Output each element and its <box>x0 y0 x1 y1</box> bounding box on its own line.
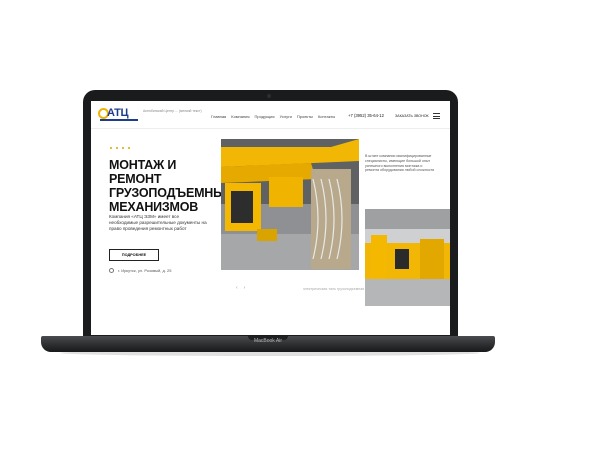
more-button[interactable]: ПОДРОБНЕЕ <box>109 249 159 261</box>
main-nav: Главная Компания Продукция Услуги Проект… <box>211 114 335 119</box>
slider-dots[interactable] <box>110 147 130 149</box>
nav-item-services[interactable]: Услуги <box>280 114 292 119</box>
slider-arrows: ‹ › <box>236 285 245 291</box>
order-call-link[interactable]: ЗАКАЗАТЬ ЗВОНОК <box>395 114 429 118</box>
nav-item-products[interactable]: Продукция <box>255 114 275 119</box>
address-text: г. Иркутск, ул. Розовый, д. 25 <box>118 268 172 273</box>
location-pin-icon <box>109 268 114 274</box>
nav-item-home[interactable]: Главная <box>211 114 226 119</box>
next-arrow-icon[interactable]: › <box>244 285 246 291</box>
address: г. Иркутск, ул. Розовый, д. 25 <box>109 268 172 274</box>
menu-icon[interactable] <box>433 113 440 121</box>
laptop-lid: АТЦ Актюбинский Центр ... (мелкий текст)… <box>83 90 458 338</box>
nav-item-projects[interactable]: Проекты <box>297 114 313 119</box>
logo-text: АТЦ <box>107 107 129 119</box>
hoist-photo-main <box>221 139 359 270</box>
hero-description: Компания «АТЦ ЭЗМ» имеет все необходимые… <box>109 214 207 231</box>
prev-arrow-icon[interactable]: ‹ <box>236 285 238 291</box>
hoist-photo-secondary <box>365 209 450 306</box>
phone-number[interactable]: +7 (3952) 35-64-12 <box>348 113 384 118</box>
nav-item-company[interactable]: Компания <box>231 114 249 119</box>
device-label: MacBook Air <box>253 338 283 344</box>
site-tagline: Актюбинский Центр ... (мелкий текст) <box>143 109 202 113</box>
hero-title: МОНТАЖ И РЕМОНТ ГРУЗОПОДЪЕМНЫХ МЕХАНИЗМО… <box>109 158 234 214</box>
laptop-screen: АТЦ Актюбинский Центр ... (мелкий текст)… <box>91 101 450 335</box>
site-header: АТЦ Актюбинский Центр ... (мелкий текст)… <box>91 101 450 129</box>
logo-underline <box>100 119 138 121</box>
nav-item-contacts[interactable]: Контакты <box>318 114 335 119</box>
side-text: В штате компании квалифицированные специ… <box>365 154 435 173</box>
photo-caption: электрическая таль грузоподъемная <box>303 287 365 291</box>
laptop-base: MacBook Air <box>41 336 495 352</box>
site-logo[interactable]: АТЦ <box>98 107 140 123</box>
camera-icon <box>267 94 271 98</box>
